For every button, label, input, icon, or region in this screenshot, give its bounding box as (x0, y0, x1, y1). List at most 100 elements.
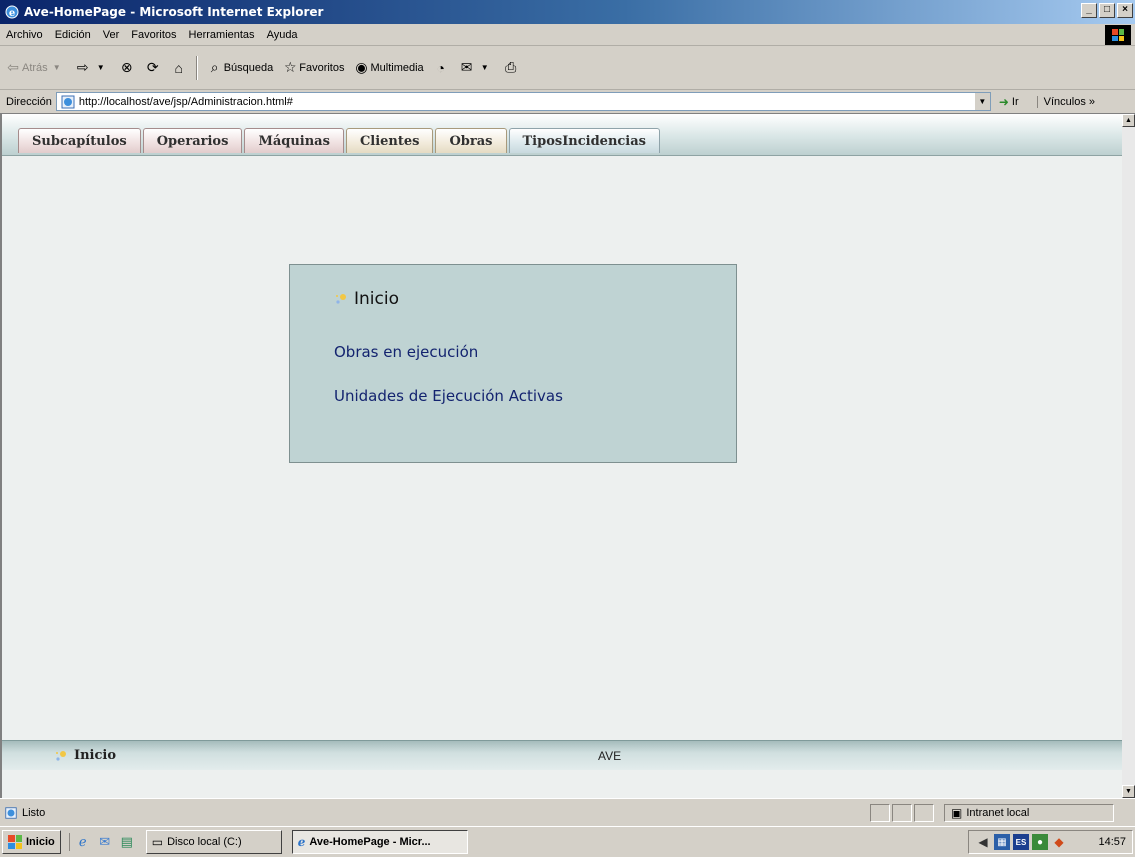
menu-ver[interactable]: Ver (97, 29, 126, 41)
forward-arrow-icon: ⇨ (76, 59, 89, 75)
back-label: Atrás (22, 61, 48, 74)
tab-strip: Subcapítulos Operarios Máquinas Clientes… (2, 114, 1122, 156)
windows-logo-icon (1105, 25, 1131, 45)
sparkle-icon (336, 294, 346, 304)
page-icon (61, 95, 75, 108)
volume-icon[interactable]: ◀ (975, 834, 991, 850)
ie-icon: e (5, 5, 19, 19)
language-indicator[interactable]: ES (1013, 834, 1029, 850)
status-text: Listo (22, 806, 46, 819)
forward-button[interactable]: ⇨ ▼ (70, 59, 114, 77)
home-button[interactable]: ⌂ (166, 59, 192, 77)
menu-archivo[interactable]: Archivo (0, 29, 49, 41)
favorites-button[interactable]: ☆ Favoritos (277, 59, 348, 77)
clock: 14:57 (1098, 836, 1126, 848)
task-ave-homepage[interactable]: ℯ Ave-HomePage - Micr... (291, 830, 468, 854)
tray-icons: ◀ ▦ ES ● ◆ (975, 834, 1067, 850)
stop-icon: ⊗ (120, 59, 133, 75)
address-bar: Dirección http://localhost/ave/jsp/Admin… (0, 90, 1135, 114)
page-footer: Inicio AVE (2, 740, 1122, 770)
scroll-down-button[interactable]: ▼ (1122, 785, 1135, 798)
ie-icon: ℯ (297, 835, 306, 849)
desktop-quicklaunch-icon[interactable]: ▤ (118, 833, 136, 851)
multimedia-button[interactable]: ◉ Multimedia (348, 59, 427, 77)
panel-header: Inicio (334, 289, 399, 309)
link-unidades-ejecucion-activas[interactable]: Unidades de Ejecución Activas (334, 387, 563, 405)
windows-logo-icon (8, 835, 22, 849)
address-dropdown-button[interactable]: ▼ (973, 93, 990, 110)
intranet-icon: ▣ (951, 805, 963, 820)
address-input[interactable]: http://localhost/ave/jsp/Administracion.… (55, 92, 991, 111)
scroll-up-button[interactable]: ▲ (1122, 114, 1135, 127)
antivirus-icon[interactable]: ◆ (1051, 834, 1067, 850)
go-label: Ir (1011, 95, 1019, 108)
start-label: Inicio (26, 836, 55, 848)
close-button[interactable]: × (1117, 3, 1133, 18)
svg-text:e: e (9, 8, 15, 19)
home-panel: Inicio Obras en ejecución Unidades de Ej… (289, 264, 737, 463)
toolbar-separator (195, 55, 198, 80)
security-zone: ▣ Intranet local (944, 803, 1114, 822)
vertical-scrollbar[interactable]: ▲ ▼ (1122, 114, 1135, 798)
task-label: Ave-HomePage - Micr... (309, 836, 431, 848)
status-cell (870, 803, 890, 822)
multimedia-icon: ◉ (355, 59, 368, 75)
menu-favoritos[interactable]: Favoritos (125, 29, 182, 41)
outlook-quicklaunch-icon[interactable]: ✉ (96, 833, 114, 851)
page-icon (5, 806, 17, 819)
start-button[interactable]: Inicio (2, 830, 61, 854)
status-cell (914, 803, 934, 822)
chevron-down-icon: ▼ (52, 63, 61, 72)
network-icon[interactable]: ▦ (994, 834, 1010, 850)
task-disco-local[interactable]: ▭ Disco local (C:) (145, 830, 282, 854)
printer-icon: ⎙ (505, 59, 517, 75)
links-button[interactable]: Vínculos » (1036, 95, 1095, 108)
multimedia-label: Multimedia (370, 61, 424, 74)
mail-icon: ✉ (460, 59, 473, 75)
mail-button[interactable]: ✉ ▼ (454, 59, 498, 77)
search-button[interactable]: ⌕ Búsqueda (202, 59, 278, 77)
address-label: Dirección (6, 95, 52, 108)
maximize-button[interactable]: □ (1099, 3, 1115, 18)
link-obras-en-ejecucion[interactable]: Obras en ejecución (334, 343, 478, 361)
sparkle-icon (56, 750, 66, 761)
chevron-down-icon: ▼ (480, 63, 489, 72)
messenger-icon[interactable]: ● (1032, 834, 1048, 850)
footer-home-label: Inicio (74, 748, 116, 763)
tab-clientes[interactable]: Clientes (345, 128, 434, 153)
print-button[interactable]: ⎙ (498, 59, 524, 77)
history-icon: ◔ (436, 59, 445, 76)
tab-operarios[interactable]: Operarios (142, 128, 243, 153)
stop-button[interactable]: ⊗ (114, 59, 140, 77)
address-url: http://localhost/ave/jsp/Administracion.… (78, 95, 293, 108)
security-zone-label: Intranet local (966, 806, 1030, 819)
status-bar: Listo ▣ Intranet local (0, 798, 1135, 826)
favorites-icon: ☆ (283, 59, 297, 75)
tab-maquinas[interactable]: Máquinas (244, 128, 344, 153)
history-button[interactable]: ◔ (428, 59, 454, 77)
home-icon: ⌂ (174, 59, 183, 76)
window-titlebar[interactable]: e Ave-HomePage - Microsoft Internet Expl… (0, 0, 1135, 24)
tab-list: Subcapítulos Operarios Máquinas Clientes… (18, 128, 660, 153)
drive-icon: ▭ (151, 835, 164, 849)
status-cell (892, 803, 912, 822)
task-label: Disco local (C:) (167, 836, 242, 848)
refresh-button[interactable]: ⟳ (140, 59, 166, 77)
menu-bar: Archivo Edición Ver Favoritos Herramient… (0, 24, 1135, 46)
favorites-label: Favoritos (299, 61, 345, 74)
tab-subcapitulos[interactable]: Subcapítulos (18, 128, 141, 153)
refresh-icon: ⟳ (146, 59, 159, 75)
menu-edicion[interactable]: Edición (49, 29, 97, 41)
panel-title: Inicio (354, 289, 399, 309)
minimize-button[interactable]: _ (1081, 3, 1097, 18)
tab-obras[interactable]: Obras (435, 128, 507, 153)
tab-tiposincidencias[interactable]: TiposIncidencias (508, 128, 660, 153)
ie-quicklaunch-icon[interactable]: ℯ (74, 833, 92, 851)
links-label: Vínculos (1043, 95, 1086, 108)
back-button[interactable]: ⇦ Atrás ▼ (0, 59, 70, 77)
go-button[interactable]: ➜ Ir (999, 95, 1019, 109)
footer-brand: AVE (598, 749, 622, 763)
menu-ayuda[interactable]: Ayuda (261, 29, 304, 41)
menu-herramientas[interactable]: Herramientas (183, 29, 261, 41)
footer-home-link[interactable]: Inicio (54, 748, 116, 763)
